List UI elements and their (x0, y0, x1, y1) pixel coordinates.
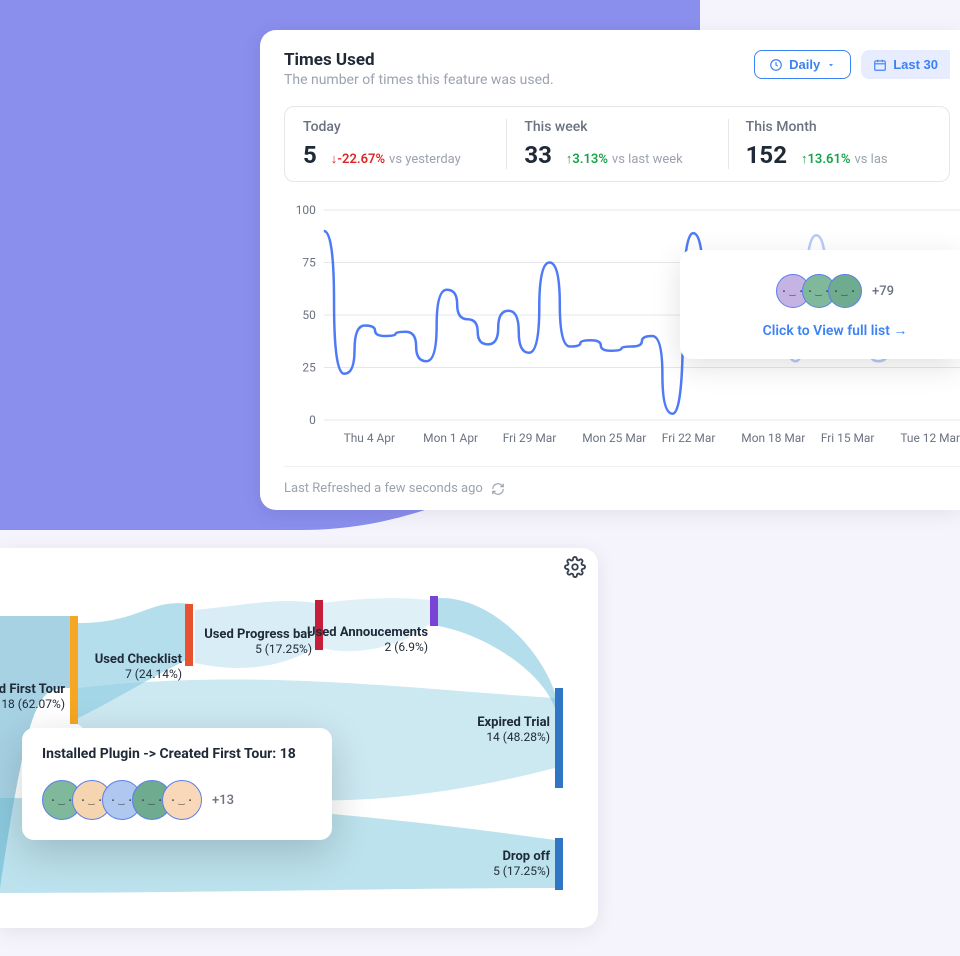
stat-week: This week 33 ↑3.13% vs last week (506, 107, 727, 181)
svg-text:Used Progress bar: Used Progress bar (204, 627, 312, 642)
card-title: Times Used (284, 50, 554, 70)
stat-vs: vs yesterday (389, 152, 461, 167)
stat-vs: vs last week (612, 152, 683, 167)
calendar-icon (873, 58, 887, 72)
avatar-icon: • ‿ • (828, 274, 862, 308)
svg-text:50: 50 (302, 308, 316, 322)
svg-text:Fri 15 Mar: Fri 15 Mar (821, 431, 875, 445)
daily-dropdown[interactable]: Daily (754, 50, 851, 79)
svg-text:Used Annoucements: Used Annoucements (307, 625, 428, 640)
stat-today: Today 5 ↓-22.67% vs yesterday (285, 107, 506, 181)
clock-icon (769, 58, 783, 72)
sankey-tooltip: Installed Plugin -> Created First Tour: … (22, 728, 332, 840)
svg-text:Mon 18 Mar: Mon 18 Mar (741, 431, 805, 445)
stat-value: 152 (746, 141, 787, 169)
svg-text:Mon 1 Apr: Mon 1 Apr (423, 431, 478, 445)
svg-text:14 (48.28%): 14 (48.28%) (486, 730, 550, 744)
svg-text:2 (6.9%): 2 (6.9%) (385, 640, 428, 654)
tooltip-title: Installed Plugin -> Created First Tour: … (42, 746, 312, 762)
avatar-count: +79 (872, 284, 894, 299)
card-subtitle: The number of times this feature was use… (284, 72, 554, 88)
times-used-card: Times Used The number of times this feat… (260, 30, 960, 510)
refresh-icon[interactable] (491, 482, 505, 496)
svg-text:5 (17.25%): 5 (17.25%) (255, 642, 312, 656)
stat-value: 33 (524, 141, 552, 169)
svg-text:100: 100 (296, 203, 316, 217)
line-chart: 0 25 50 75 100 Thu 4 Apr Mon 1 Apr Fri 29 Mar M… (284, 200, 960, 450)
stat-label: This Month (746, 119, 931, 135)
svg-text:Thu 4 Apr: Thu 4 Apr (344, 431, 395, 445)
date-range-button[interactable]: Last 30 (861, 50, 950, 79)
daily-label: Daily (789, 57, 820, 72)
stat-delta: ↑13.61% (801, 152, 851, 167)
svg-text:Fri 29 Mar: Fri 29 Mar (503, 431, 557, 445)
svg-text:d First Tour: d First Tour (0, 682, 65, 697)
svg-text:Tue 12 Mar: Tue 12 Mar (900, 431, 960, 445)
stat-vs: vs las (854, 152, 887, 167)
stat-value: 5 (303, 141, 317, 169)
stat-label: This week (524, 119, 709, 135)
svg-text:0: 0 (309, 413, 316, 427)
svg-text:7 (24.14%): 7 (24.14%) (125, 667, 182, 681)
tooltip-avatar-group: • ‿ • • ‿ • • ‿ • • ‿ • • ‿ • +13 (42, 780, 312, 820)
chevron-down-icon (826, 60, 836, 70)
stats-row: Today 5 ↓-22.67% vs yesterday This week … (284, 106, 950, 182)
stat-delta: ↑3.13% (566, 152, 608, 167)
avatar-group: • ‿ • • ‿ • • ‿ • +79 (720, 274, 950, 308)
stat-month: This Month 152 ↑13.61% vs las (728, 107, 949, 181)
stat-label: Today (303, 119, 488, 135)
sankey-card: d First Tour 18 (62.07%) Used Checklist … (0, 548, 598, 928)
svg-text:18 (62.07%): 18 (62.07%) (1, 697, 65, 711)
avatar-count: +13 (212, 793, 234, 808)
svg-text:5 (17.25%): 5 (17.25%) (493, 864, 550, 878)
stat-delta: ↓-22.67% (331, 152, 385, 167)
view-full-list-link[interactable]: Click to View full list → (720, 322, 950, 339)
svg-text:Fri 22 Mar: Fri 22 Mar (662, 431, 716, 445)
range-label: Last 30 (893, 57, 938, 72)
last-refreshed: Last Refreshed a few seconds ago (284, 466, 960, 496)
svg-text:Mon 25 Mar: Mon 25 Mar (582, 431, 646, 445)
svg-text:Expired Trial: Expired Trial (477, 715, 550, 730)
svg-text:Drop off: Drop off (502, 849, 550, 864)
svg-text:25: 25 (302, 360, 316, 374)
gear-icon[interactable] (564, 556, 586, 578)
svg-text:75: 75 (302, 255, 316, 269)
user-overlay-card: • ‿ • • ‿ • • ‿ • +79 Click to View full… (680, 250, 960, 359)
svg-text:Used Checklist: Used Checklist (95, 652, 183, 667)
avatar-icon: • ‿ • (162, 780, 202, 820)
